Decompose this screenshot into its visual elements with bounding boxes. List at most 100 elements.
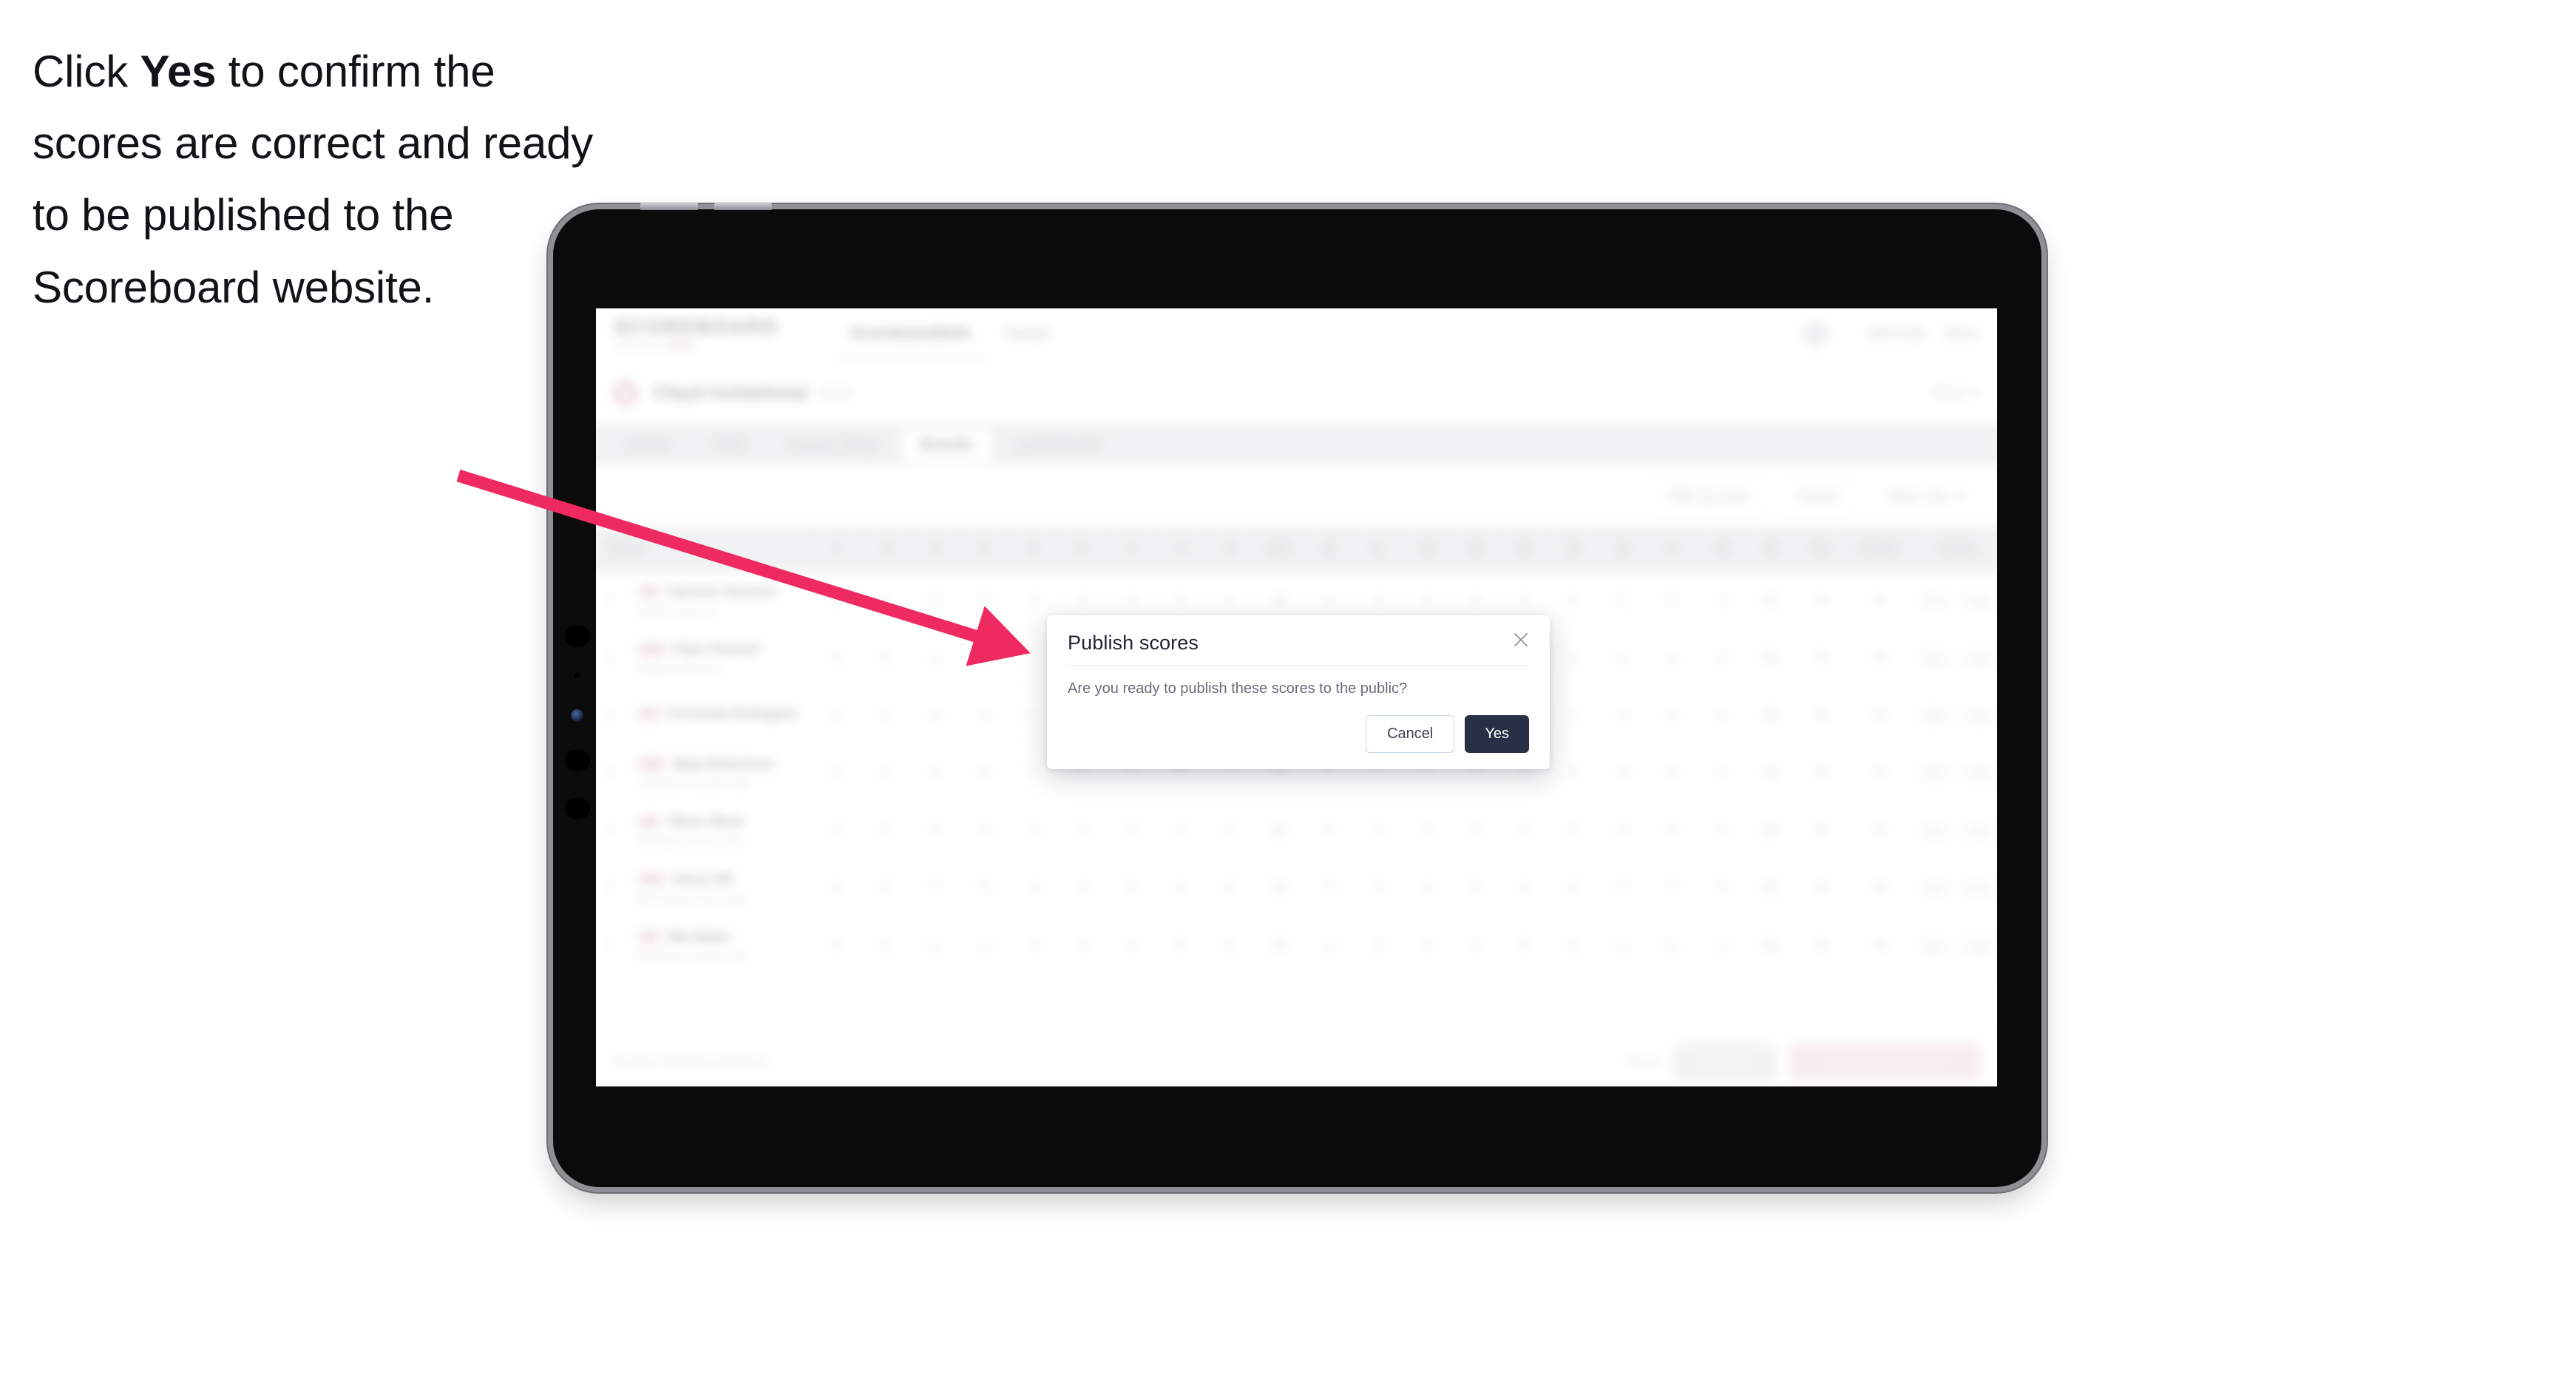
hole-score-cell[interactable]: 3	[1550, 802, 1599, 859]
hole-score-cell[interactable]: 3	[911, 629, 960, 686]
hole-score-cell[interactable]: 3	[1599, 744, 1648, 802]
hole-score-cell[interactable]: 3	[1599, 916, 1648, 974]
drag-handle-icon[interactable]: ☰	[596, 629, 631, 686]
hole-score-cell[interactable]: 4	[1550, 916, 1599, 974]
hole-score-cell[interactable]: 4	[1647, 859, 1697, 916]
hole-score-cell[interactable]: 4	[911, 916, 960, 974]
hole-score-cell[interactable]: 4	[1550, 744, 1599, 802]
hole-score-cell[interactable]: 3	[911, 572, 960, 629]
hole-score-cell[interactable]: 3	[1059, 859, 1108, 916]
filter-team-select[interactable]: Filter by team	[1650, 478, 1768, 514]
tab-results[interactable]: Results	[900, 427, 993, 462]
drag-handle-icon[interactable]: ☰	[596, 686, 631, 744]
hole-score-cell[interactable]: 4	[862, 916, 912, 974]
hole-score-cell[interactable]: 4	[1353, 802, 1403, 859]
row-view-button[interactable]: View	[1958, 762, 1997, 784]
table-row[interactable]: ☰ PRO Harry Hill Beechwood Hill Country 4 4 3 5…	[596, 859, 1997, 917]
hole-score-cell[interactable]: 4	[813, 744, 862, 802]
hole-score-cell[interactable]: 4	[960, 802, 1010, 859]
hole-score-cell[interactable]: 4	[1697, 744, 1746, 802]
hole-score-cell[interactable]: 4	[1402, 859, 1451, 916]
hole-score-cell[interactable]: 3	[1599, 686, 1648, 744]
row-view-button[interactable]: View	[1958, 704, 1997, 726]
hole-score-cell[interactable]: 4	[1059, 802, 1108, 859]
filter-round-select[interactable]: Round	[1780, 478, 1857, 514]
row-view-button[interactable]: View	[1958, 819, 1997, 842]
hole-score-cell[interactable]: 5	[960, 744, 1010, 802]
hole-score-cell[interactable]: 4	[1599, 802, 1648, 859]
save-draft-button[interactable]: Save draft	[1673, 1044, 1777, 1080]
volume-down-button[interactable]	[714, 202, 772, 210]
header-link-menu[interactable]: Menu	[1945, 326, 1979, 342]
close-icon[interactable]	[1508, 627, 1533, 652]
hole-score-cell[interactable]: 4	[1009, 802, 1059, 859]
hole-score-cell[interactable]: 5	[862, 802, 912, 859]
hole-score-cell[interactable]: 4	[1009, 916, 1059, 974]
hole-score-cell[interactable]: 5	[960, 572, 1010, 629]
hole-score-cell[interactable]: 36	[1746, 686, 1795, 744]
top-nav-item-scoreboard[interactable]: Scoreboard/Info	[850, 325, 971, 342]
hole-score-cell[interactable]: 3	[1059, 916, 1108, 974]
hole-score-cell[interactable]: 3	[1402, 916, 1451, 974]
hole-score-cell[interactable]: 5	[1451, 802, 1501, 859]
hole-score-cell[interactable]: 4	[911, 744, 960, 802]
hole-score-cell[interactable]: 4	[960, 916, 1010, 974]
row-edit-button[interactable]: Edit	[1917, 934, 1953, 956]
hole-score-cell[interactable]: 3	[1353, 859, 1403, 916]
hole-score-cell[interactable]: 4	[1451, 916, 1501, 974]
hole-score-cell[interactable]: 4	[1697, 572, 1746, 629]
hole-score-cell[interactable]: 4	[1697, 916, 1746, 974]
hole-score-cell[interactable]: 5	[1156, 916, 1206, 974]
hole-score-cell[interactable]: 4	[1550, 686, 1599, 744]
header-link-account[interactable]: Bell Gully	[1869, 326, 1926, 342]
row-view-button[interactable]: View	[1958, 934, 1997, 956]
hole-score-cell[interactable]: 4	[1206, 802, 1255, 859]
hole-score-cell[interactable]: 4	[1156, 859, 1206, 916]
hole-score-cell[interactable]: 3	[1550, 629, 1599, 686]
hole-score-cell[interactable]: 36	[1746, 916, 1795, 974]
table-row[interactable]: ☰ AM Mia Baker Eastbrook Country Club 4 4 4 4 4 3…	[596, 916, 1997, 975]
hole-score-cell[interactable]: 5	[1451, 859, 1501, 916]
hole-score-cell[interactable]: 5	[862, 629, 912, 686]
hole-score-cell[interactable]: 4	[1108, 802, 1157, 859]
hole-score-cell[interactable]: 4	[862, 859, 912, 916]
avatar[interactable]	[1803, 320, 1829, 347]
row-view-button[interactable]: View	[1958, 876, 1997, 899]
hole-score-cell[interactable]: 4	[862, 686, 912, 744]
hole-score-cell[interactable]: 4	[1353, 916, 1403, 974]
hole-score-cell[interactable]: 36	[1255, 802, 1304, 859]
hole-score-cell[interactable]: 4	[1304, 916, 1354, 974]
drag-handle-icon[interactable]: ☰	[596, 744, 631, 802]
hole-score-cell[interactable]: 4	[1304, 859, 1354, 916]
hole-score-cell[interactable]: 5	[960, 859, 1010, 916]
hole-score-cell[interactable]: 5	[1647, 802, 1697, 859]
hole-score-cell[interactable]: 4	[862, 744, 912, 802]
publish-to-scoreboard-button[interactable]: Publish to Scoreboard	[1789, 1044, 1981, 1080]
brand-logo[interactable]: SCOREBOARD powered by GOLF	[614, 317, 779, 350]
hole-score-cell[interactable]: 5	[1697, 629, 1746, 686]
row-edit-button[interactable]: Edit	[1917, 876, 1953, 899]
hole-score-cell[interactable]: 36	[1746, 744, 1795, 802]
hole-score-cell[interactable]: 3	[1599, 859, 1648, 916]
drag-handle-icon[interactable]: ☰	[596, 859, 631, 916]
tab-details[interactable]: Details	[606, 428, 690, 462]
hole-score-cell[interactable]: 3	[911, 802, 960, 859]
hole-score-cell[interactable]: 5	[1647, 916, 1697, 974]
hole-score-cell[interactable]: 5	[1697, 859, 1746, 916]
filter-team-only-toggle[interactable]: Team only	[1869, 479, 1982, 513]
hole-score-cell[interactable]: 3	[1599, 572, 1648, 629]
hole-score-cell[interactable]: 5	[1647, 686, 1697, 744]
hole-score-cell[interactable]: 4	[813, 859, 862, 916]
hole-score-cell[interactable]: 5	[1108, 859, 1157, 916]
hole-score-cell[interactable]: 4	[1500, 859, 1550, 916]
hole-score-cell[interactable]: 4	[813, 802, 862, 859]
hole-score-cell[interactable]: 4	[1500, 802, 1550, 859]
hole-score-cell[interactable]: 5	[1647, 572, 1697, 629]
hole-score-cell[interactable]: 3	[911, 859, 960, 916]
hole-score-cell[interactable]: 4	[960, 686, 1010, 744]
row-edit-button[interactable]: Edit	[1917, 704, 1953, 726]
hole-score-cell[interactable]: 4	[862, 572, 912, 629]
confirm-yes-button[interactable]: Yes	[1465, 715, 1529, 753]
row-view-button[interactable]: View	[1958, 589, 1997, 612]
hole-score-cell[interactable]: 36	[1746, 629, 1795, 686]
